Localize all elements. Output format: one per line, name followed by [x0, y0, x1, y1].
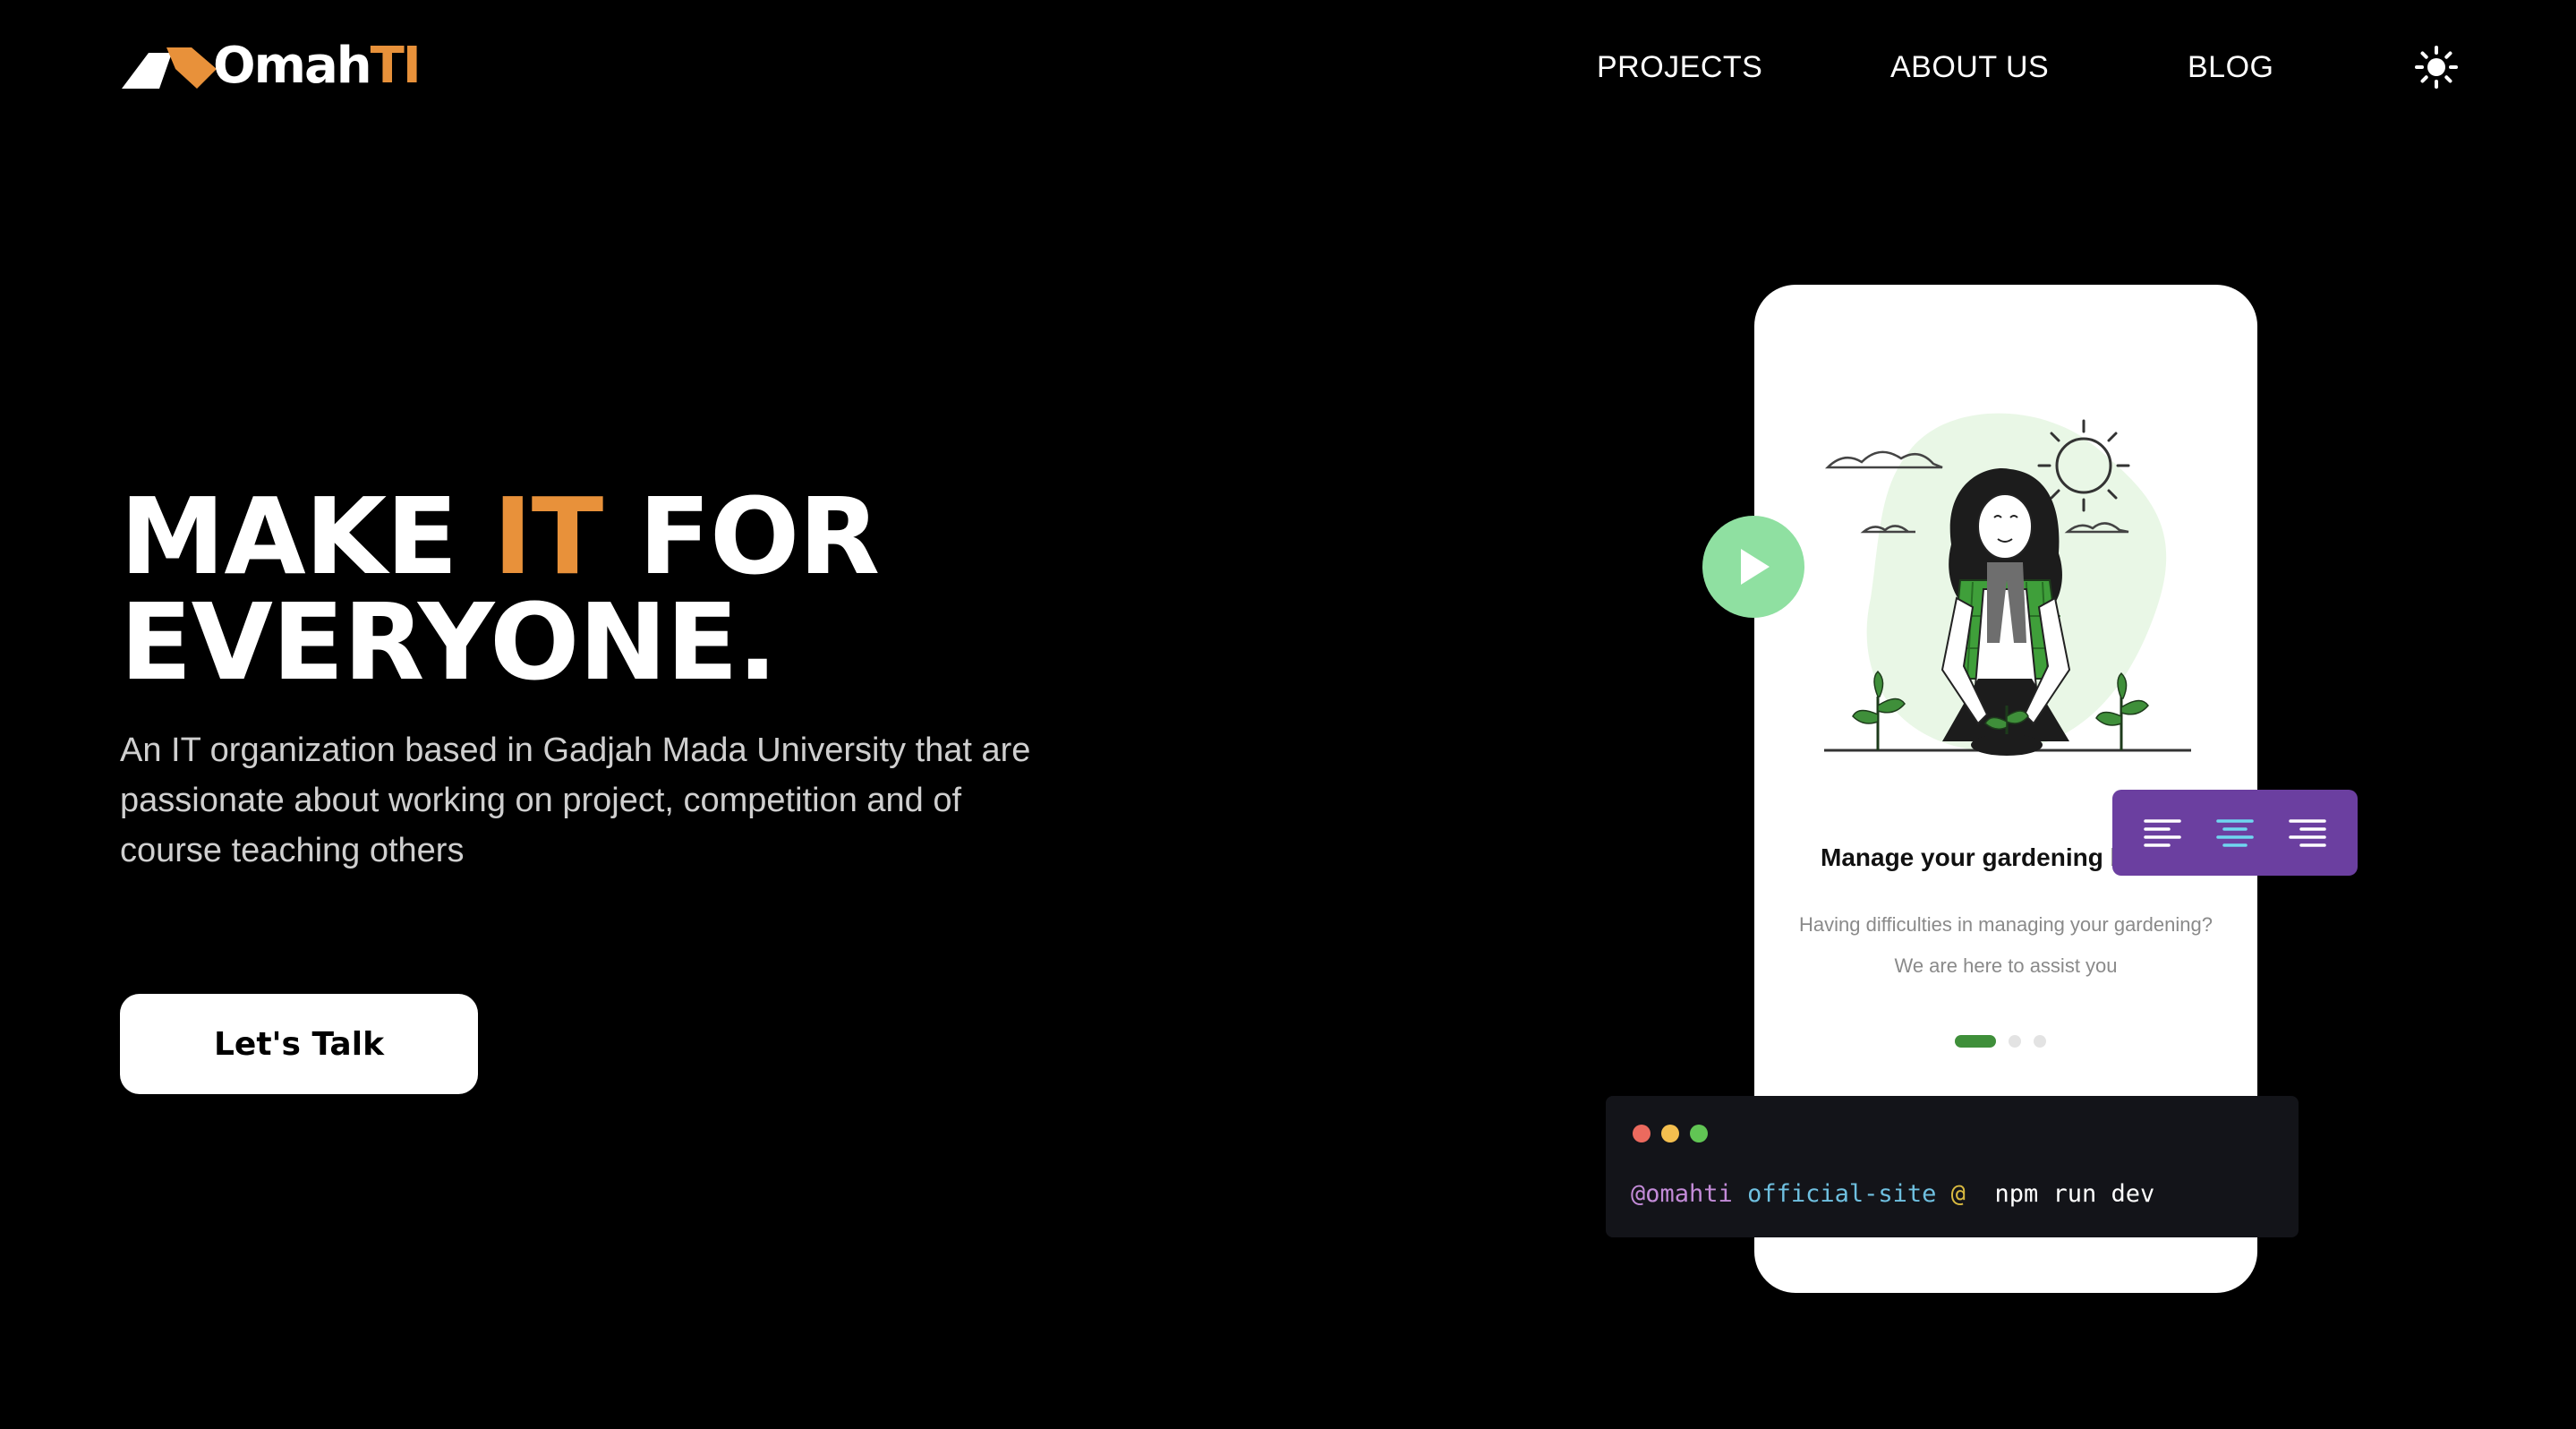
logo-roof-icon [122, 47, 217, 89]
headline-line2: EVERYONE. [120, 580, 778, 704]
pager-dot[interactable] [2009, 1035, 2021, 1048]
text-align-toolbar [2112, 790, 2358, 876]
gardening-illustration [1824, 413, 2191, 756]
lets-talk-button[interactable]: Let's Talk [120, 994, 478, 1094]
maximize-dot-icon [1690, 1125, 1708, 1142]
card-body-line2: We are here to assist you [1894, 954, 2118, 977]
terminal-prompt: @omahti official-site @ npm run dev [1631, 1180, 2154, 1208]
nav-blog[interactable]: BLOG [2188, 50, 2273, 85]
align-right-icon [2288, 819, 2326, 847]
align-left-icon [2144, 819, 2182, 847]
close-dot-icon [1633, 1125, 1651, 1142]
card-body-line1: Having difficulties in managing your gar… [1799, 913, 2213, 936]
carousel-pager [1955, 1035, 2046, 1048]
pager-dot-active[interactable] [1955, 1035, 1996, 1048]
align-left-button[interactable] [2141, 815, 2184, 851]
nav-projects[interactable]: PROJECTS [1597, 50, 1762, 85]
nav-about-us[interactable]: ABOUT US [1890, 50, 2049, 85]
hero-subtitle: An IT organization based in Gadjah Mada … [120, 732, 1031, 869]
terminal-user: @omahti [1631, 1180, 1733, 1208]
align-center-icon [2216, 819, 2254, 847]
terminal-window: @omahti official-site @ npm run dev [1606, 1096, 2299, 1237]
sun-icon [2415, 46, 2458, 89]
play-button[interactable] [1702, 516, 1804, 618]
logo[interactable]: OmahTI [122, 37, 422, 95]
hero-headline: MAKE IT FOR EVERYONE. [120, 483, 880, 695]
align-right-button[interactable] [2286, 815, 2329, 851]
terminal-command: npm run dev [1994, 1180, 2155, 1208]
minimize-dot-icon [1661, 1125, 1679, 1142]
align-center-button[interactable] [2213, 815, 2256, 851]
card-body: Having difficulties in managing your gar… [1790, 904, 2222, 987]
logo-wordmark: OmahTI [213, 37, 422, 95]
theme-toggle-button[interactable] [2411, 45, 2461, 90]
terminal-directory: official-site [1747, 1180, 1937, 1208]
play-icon [1741, 549, 1770, 585]
window-controls [1633, 1125, 1708, 1142]
pager-dot[interactable] [2034, 1035, 2046, 1048]
terminal-separator: @ [1950, 1180, 1966, 1208]
